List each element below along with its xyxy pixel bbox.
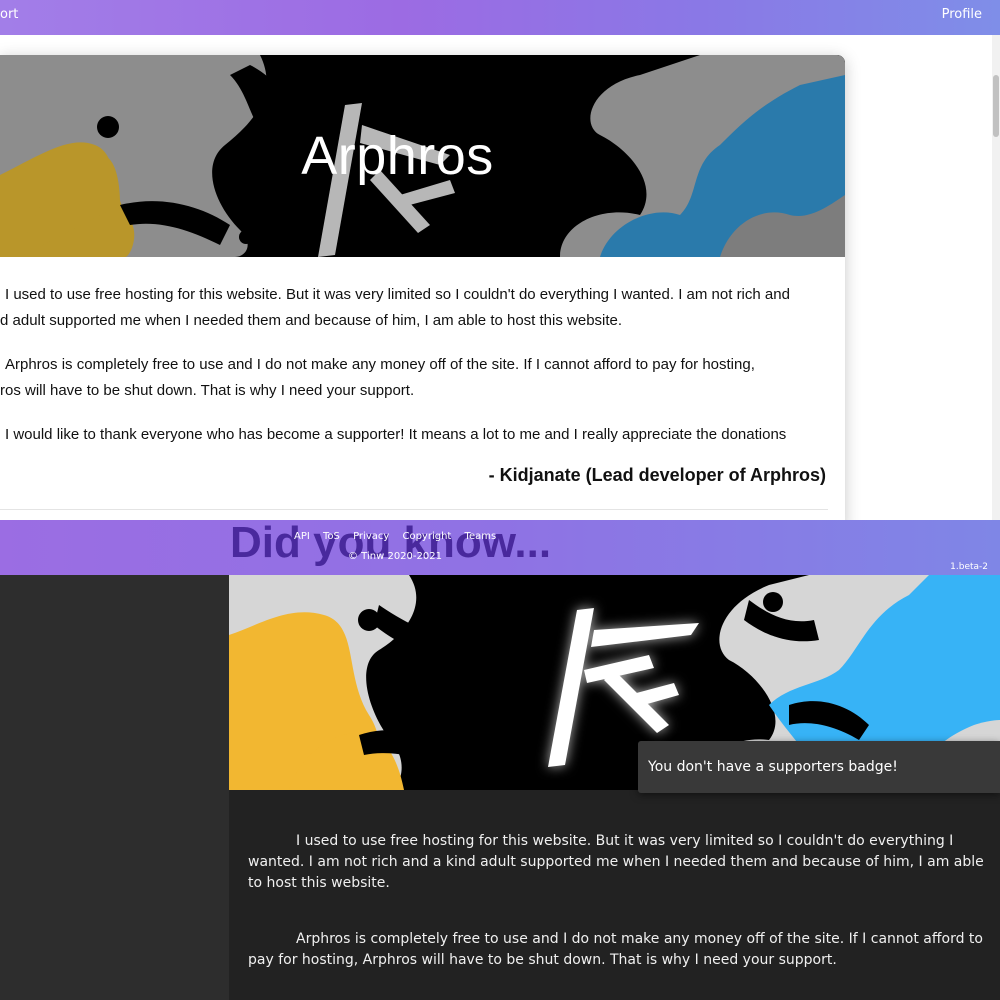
banner-title: Arphros bbox=[301, 126, 494, 186]
light-theme-screenshot: ort Profile ▼ bbox=[0, 0, 1000, 575]
dark-paragraph-1: I used to use free hosting for this webs… bbox=[248, 833, 984, 891]
scrollbar-thumb[interactable] bbox=[993, 75, 999, 137]
paragraph-3-line-1: I would like to thank everyone who has b… bbox=[5, 426, 787, 443]
page-scrollbar[interactable]: ▼ bbox=[992, 35, 1000, 575]
footer-link-privacy[interactable]: Privacy bbox=[353, 531, 389, 542]
version-label: 1.beta-2 bbox=[950, 562, 988, 572]
footer-links: API ToS Privacy Copyright Teams bbox=[294, 531, 506, 542]
footer-link-api[interactable]: API bbox=[294, 531, 310, 542]
support-banner: Arphros bbox=[0, 55, 845, 257]
footer-link-tos[interactable]: ToS bbox=[323, 531, 340, 542]
top-navbar: ort Profile bbox=[0, 0, 1000, 35]
signature: - Kidjanate (Lead developer of Arphros) bbox=[488, 465, 826, 485]
tooltip-text: You don't have a supporters badge! bbox=[648, 759, 898, 775]
nav-support-link[interactable]: ort bbox=[0, 7, 18, 22]
paragraph-2-line-2: ros will have to be shut down. That is w… bbox=[0, 382, 415, 399]
nav-profile-link[interactable]: Profile bbox=[942, 7, 982, 22]
paragraph-1-line-1: I used to use free hosting for this webs… bbox=[5, 286, 790, 303]
dark-paragraph-2: Arphros is completely free to use and I … bbox=[248, 931, 983, 968]
card-divider bbox=[0, 509, 828, 510]
support-card: Arphros I used to use free hosting for t… bbox=[0, 55, 845, 530]
supporter-badge-tooltip: You don't have a supporters badge! bbox=[638, 741, 1000, 793]
footer-copyright: © Tinw 2020-2021 bbox=[348, 551, 442, 562]
site-footer: Did you know... API ToS Privacy Copyrigh… bbox=[0, 518, 1000, 575]
paragraph-2-line-1: Arphros is completely free to use and I … bbox=[5, 356, 755, 373]
paragraph-1-line-2: d adult supported me when I needed them … bbox=[0, 312, 623, 329]
dark-theme-screenshot: You don't have a supporters badge! I use… bbox=[0, 575, 1000, 1000]
footer-link-copyright[interactable]: Copyright bbox=[402, 531, 451, 542]
footer-link-teams[interactable]: Teams bbox=[465, 531, 497, 542]
